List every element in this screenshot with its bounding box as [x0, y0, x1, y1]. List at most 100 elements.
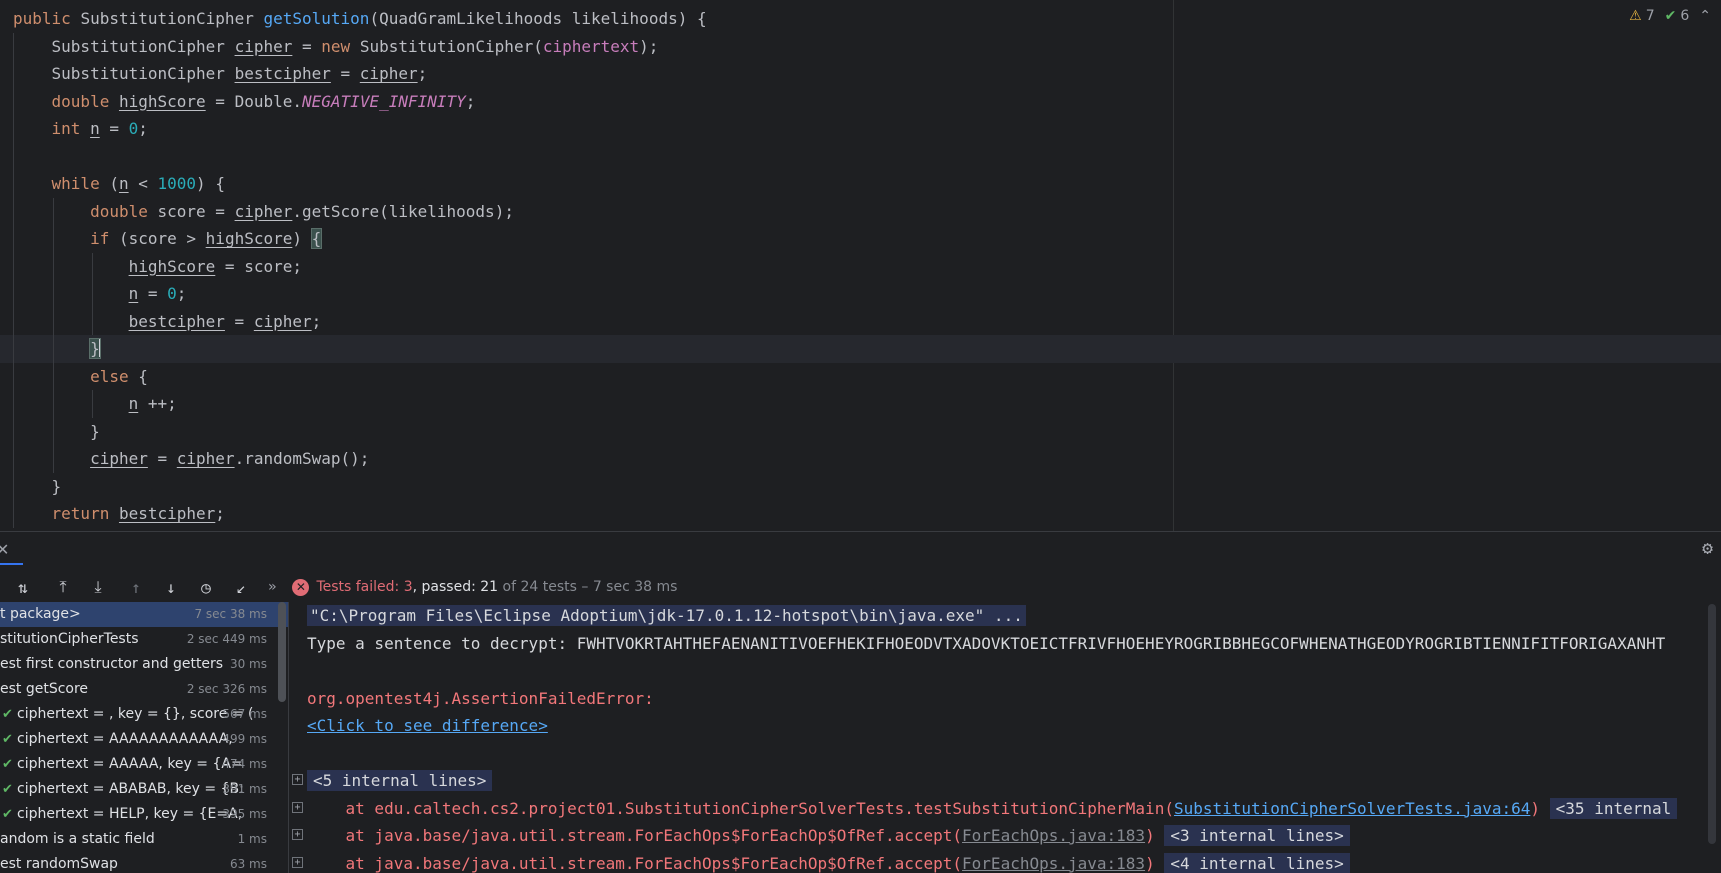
kw-while: while	[51, 174, 100, 193]
more-actions-icon[interactable]: »	[268, 579, 276, 595]
kw-int: int	[51, 119, 81, 138]
internal-lines-fold[interactable]: <5 internal lines>	[307, 770, 493, 791]
param-type: QuadGramLikelihoods	[379, 9, 563, 28]
code-line[interactable]: while (n < 1000) {	[0, 170, 1721, 198]
expand-icon[interactable]: +	[292, 774, 303, 785]
var-score: score	[128, 229, 177, 248]
stack-trace-text: at java.base/java.util.stream.ForEachOps…	[307, 853, 963, 873]
code-line[interactable]: return bestcipher;	[0, 500, 1721, 528]
expand-all-icon[interactable]: ⤒	[50, 574, 76, 600]
code-line[interactable]: double score = cipher.getScore(likelihoo…	[0, 197, 1721, 225]
indent-guide	[13, 170, 14, 198]
tree-node-case[interactable]: ✔ ciphertext = HELP, key = {E=A, 395 ms	[0, 802, 288, 827]
expand-icon[interactable]: +	[292, 856, 303, 868]
code-line[interactable]: n = 0;	[0, 280, 1721, 308]
java-command[interactable]: "C:\Program Files\Eclipse Adoptium\jdk-1…	[307, 605, 1026, 626]
source-link[interactable]: ForEachOps.java:183	[962, 854, 1145, 873]
internal-lines-fold[interactable]: <35 internal	[1549, 797, 1678, 819]
console-scrollbar[interactable]	[1708, 604, 1716, 844]
history-icon[interactable]: ◷	[193, 574, 219, 600]
kw-return: return	[51, 504, 110, 523]
tree-node-case[interactable]: ✔ ciphertext = ABABAB, key = {B: 391 ms	[0, 777, 288, 802]
previous-failed-icon[interactable]: ↑	[123, 574, 149, 600]
var-n: n	[90, 119, 100, 138]
type-name: SubstitutionCipher	[359, 36, 534, 56]
type-name: SubstitutionCipher	[51, 36, 225, 56]
code-line[interactable]: if (score > highScore) {	[0, 225, 1721, 253]
check-icon: ✔	[2, 782, 13, 797]
source-link[interactable]: ForEachOps.java:183	[962, 826, 1145, 845]
tree-node-package[interactable]: t package> 7 sec 38 ms	[0, 602, 288, 627]
tree-node-time: 474 ms	[222, 757, 267, 771]
code-line[interactable]: double highScore = Double.NEGATIVE_INFIN…	[0, 87, 1721, 115]
code-line[interactable]: else {	[0, 362, 1721, 390]
tree-node-case[interactable]: ✔ ciphertext = , key = {}, score = (567 m…	[0, 702, 288, 727]
tree-node-label: stitutionCipherTests	[0, 631, 139, 647]
code-line[interactable]: n ++;	[0, 390, 1721, 418]
stack-trace-text: at java.base/java.util.stream.ForEachOps…	[307, 826, 963, 845]
error-circle-icon: ✕	[292, 578, 310, 596]
expand-icon[interactable]: +	[292, 829, 303, 840]
code-line[interactable]: }	[0, 472, 1721, 500]
indent-guide	[92, 307, 93, 335]
stack-trace-text: at edu.caltech.cs2.project01.Substitutio…	[307, 798, 1174, 818]
expand-icon[interactable]: +	[292, 801, 303, 813]
tree-node-test[interactable]: andom is a static field 1 ms	[0, 827, 288, 852]
code-line[interactable]: public SubstitutionCipher getSolution(Qu…	[0, 5, 1721, 33]
sort-icon[interactable]: ⇅	[10, 574, 36, 600]
see-difference-link[interactable]: <Click to see difference>	[307, 716, 548, 735]
internal-lines-fold[interactable]: <4 internal lines>	[1164, 852, 1350, 873]
test-tree[interactable]: t package> 7 sec 38 ms stitutionCipherTes…	[0, 602, 288, 873]
indent-guide	[13, 225, 14, 253]
code-line[interactable]: int n = 0;	[0, 115, 1721, 143]
tree-node-time: 395 ms	[222, 807, 267, 821]
tests-failed-label: Tests failed: 3	[316, 579, 413, 595]
console-output[interactable]: "C:\Program Files\Eclipse Adoptium\jdk-1…	[289, 602, 1721, 873]
code-line[interactable]: }	[0, 417, 1721, 445]
var-highscore: highScore	[128, 256, 216, 276]
method-call: randomSwap	[244, 449, 341, 468]
tree-node-time: 2 sec 449 ms	[186, 632, 267, 646]
source-link[interactable]: SubstitutionCipherSolverTests.java:64	[1174, 799, 1530, 818]
separator-comma: ,	[412, 579, 422, 595]
tree-scrollbar[interactable]	[278, 602, 286, 702]
tree-node-case[interactable]: ✔ ciphertext = AAAAA, key = {A= 474 ms	[0, 752, 288, 777]
code-line[interactable]: highScore = score;	[0, 252, 1721, 280]
collapse-all-icon[interactable]: ⤓	[85, 574, 111, 600]
indent-guide	[13, 307, 14, 335]
code-line[interactable]: bestcipher = cipher;	[0, 307, 1721, 335]
var-bestcipher: bestcipher	[128, 311, 225, 331]
indent-guide	[13, 362, 14, 390]
code-editor[interactable]: ⚠ 7 ✔ 6 ⌃ public SubstitutionCipher getS…	[0, 0, 1721, 531]
code-line[interactable]	[0, 142, 1721, 170]
tree-node-time: 567 ms	[222, 707, 267, 721]
next-failed-icon[interactable]: ↓	[158, 574, 184, 600]
param-name: likelihoods	[388, 201, 495, 221]
console-line: "C:\Program Files\Eclipse Adoptium\jdk-1…	[289, 602, 1721, 630]
internal-lines-fold[interactable]: <3 internal lines>	[1164, 825, 1350, 846]
indent-guide	[13, 60, 14, 88]
tree-node-test[interactable]: est getScore 2 sec 326 ms	[0, 677, 288, 702]
tree-node-test[interactable]: est randomSwap 63 ms	[0, 852, 288, 873]
field-ciphertext: ciphertext	[542, 36, 640, 56]
code-line[interactable]: cipher = cipher.randomSwap();	[0, 445, 1721, 473]
tree-node-class[interactable]: stitutionCipherTests 2 sec 449 ms	[0, 627, 288, 652]
code-line[interactable]: SubstitutionCipher cipher = new Substitu…	[0, 32, 1721, 60]
code-line[interactable]: SubstitutionCipher bestcipher = cipher;	[0, 60, 1721, 88]
tree-node-case[interactable]: ✔ ciphertext = AAAAAAAAAAAA, 499 ms	[0, 727, 288, 752]
code-lines[interactable]: public SubstitutionCipher getSolution(Qu…	[0, 5, 1721, 528]
indent-guide	[13, 87, 14, 115]
type-double: Double	[234, 91, 293, 111]
tool-window-header: ✕ ⚙	[0, 532, 1721, 566]
method-call: getScore	[302, 201, 380, 221]
indent-guide	[53, 335, 54, 363]
gear-icon[interactable]: ⚙	[1702, 538, 1713, 559]
code-line-current[interactable]: }	[0, 335, 1721, 363]
prompt-text: Type a sentence to decrypt: FWHTVOKRTAHT…	[307, 633, 1666, 653]
indent-guide	[92, 252, 93, 280]
tree-node-label: andom is a static field	[0, 831, 155, 847]
tree-node-test[interactable]: est first constructor and getters 30 ms	[0, 652, 288, 677]
indent-guide	[53, 252, 54, 280]
import-tests-icon[interactable]: ↙	[228, 574, 254, 600]
close-icon[interactable]: ✕	[0, 540, 9, 559]
